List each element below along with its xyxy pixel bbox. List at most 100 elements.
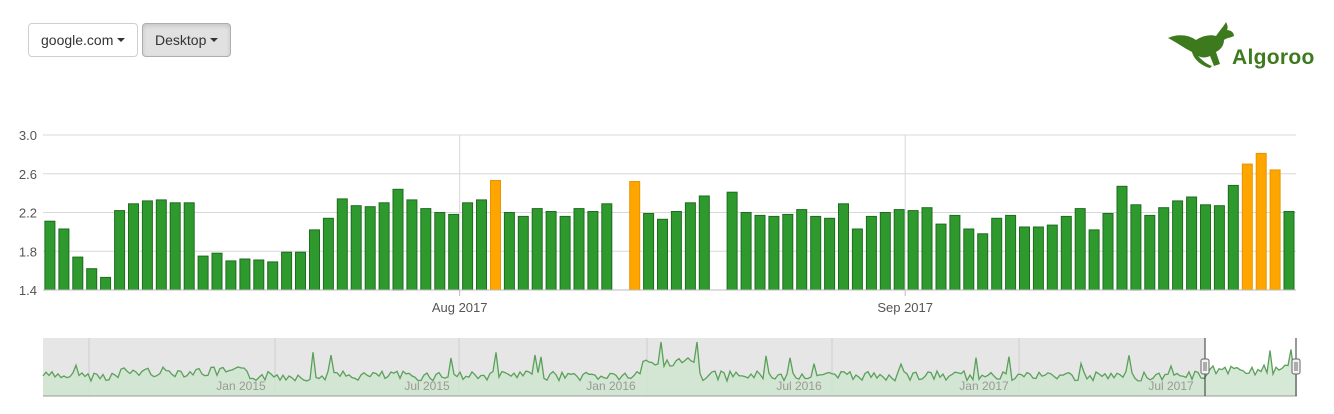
bar[interactable] <box>1213 205 1225 291</box>
bar[interactable] <box>587 211 599 291</box>
bar[interactable] <box>670 211 682 291</box>
bar[interactable] <box>517 215 529 291</box>
bar[interactable] <box>879 212 891 291</box>
bar[interactable] <box>865 215 877 291</box>
bar[interactable] <box>1102 213 1114 291</box>
navigator-tick-label: Jan 2016 <box>586 379 636 393</box>
bar[interactable] <box>434 212 446 291</box>
x-tick-label: Aug 2017 <box>432 300 488 315</box>
bar[interactable] <box>253 259 265 291</box>
bar[interactable] <box>239 258 251 291</box>
bar[interactable] <box>1074 208 1086 291</box>
bar[interactable] <box>503 212 515 291</box>
bar-highlight[interactable] <box>1241 163 1253 291</box>
bar[interactable] <box>44 220 56 291</box>
bar[interactable] <box>907 210 919 291</box>
bar[interactable] <box>1032 226 1044 291</box>
bar[interactable] <box>100 276 112 291</box>
navigator-right-handle[interactable] <box>1291 358 1301 375</box>
y-tick-label: 1.8 <box>19 244 37 259</box>
bar-highlight[interactable] <box>1269 169 1281 291</box>
bar[interactable] <box>1130 204 1142 291</box>
bar[interactable] <box>754 214 766 291</box>
bar[interactable] <box>1200 204 1211 291</box>
bar[interactable] <box>197 255 209 291</box>
bar[interactable] <box>141 200 153 291</box>
bar[interactable] <box>796 209 808 291</box>
bar[interactable] <box>810 215 822 291</box>
bar-highlight[interactable] <box>490 180 501 291</box>
bar[interactable] <box>392 188 404 291</box>
navigator-tick-label: Jan 2015 <box>216 379 266 393</box>
navigator-tick-label: Jul 2016 <box>776 379 822 393</box>
bar[interactable] <box>893 209 905 291</box>
bar[interactable] <box>963 228 975 291</box>
bar[interactable] <box>420 208 432 291</box>
bar[interactable] <box>824 217 836 291</box>
bar[interactable] <box>684 202 696 291</box>
bar[interactable] <box>949 214 961 291</box>
bar[interactable] <box>935 223 947 291</box>
bar[interactable] <box>1060 215 1072 291</box>
bar[interactable] <box>211 252 223 291</box>
bar[interactable] <box>336 198 348 291</box>
y-tick-label: 2.6 <box>19 167 37 182</box>
y-tick-label: 3.0 <box>19 128 37 143</box>
bar[interactable] <box>476 199 487 291</box>
bar[interactable] <box>309 229 320 291</box>
bar[interactable] <box>1283 211 1295 291</box>
bar[interactable] <box>58 228 70 291</box>
bar[interactable] <box>72 256 84 291</box>
bar[interactable] <box>169 202 181 291</box>
bar[interactable] <box>698 195 710 291</box>
bar[interactable] <box>657 218 668 291</box>
bar[interactable] <box>1019 226 1030 291</box>
bar[interactable] <box>601 203 613 291</box>
bar[interactable] <box>322 217 334 291</box>
bar[interactable] <box>977 233 989 291</box>
bar[interactable] <box>183 202 195 291</box>
bar[interactable] <box>378 202 390 291</box>
x-tick-label: Sep 2017 <box>877 300 933 315</box>
bar[interactable] <box>991 217 1003 291</box>
bar[interactable] <box>462 202 474 291</box>
bar[interactable] <box>838 203 849 291</box>
y-tick-label: 2.2 <box>19 206 37 221</box>
bar[interactable] <box>782 213 794 291</box>
bar[interactable] <box>531 208 543 291</box>
bar[interactable] <box>740 212 752 291</box>
bar[interactable] <box>545 211 557 291</box>
bar[interactable] <box>406 199 418 291</box>
bar-highlight[interactable] <box>1255 152 1267 291</box>
navigator-left-handle[interactable] <box>1200 358 1210 375</box>
y-tick-label: 1.4 <box>19 283 37 298</box>
bar[interactable] <box>768 215 780 291</box>
bar[interactable] <box>1186 196 1198 291</box>
bar-highlight[interactable] <box>629 181 641 291</box>
bar[interactable] <box>1172 200 1184 291</box>
bar[interactable] <box>128 203 139 291</box>
bar[interactable] <box>225 260 237 291</box>
bar[interactable] <box>1158 207 1170 291</box>
bar[interactable] <box>155 199 167 291</box>
bar[interactable] <box>1227 184 1239 291</box>
bar[interactable] <box>350 205 362 291</box>
bar[interactable] <box>1046 224 1058 291</box>
bar[interactable] <box>364 206 376 291</box>
bar[interactable] <box>726 191 738 291</box>
bar[interactable] <box>851 228 863 291</box>
bar[interactable] <box>448 213 460 291</box>
bar[interactable] <box>559 215 571 291</box>
bar[interactable] <box>1005 214 1017 291</box>
bar[interactable] <box>1144 214 1156 291</box>
bar[interactable] <box>1116 185 1128 291</box>
bar[interactable] <box>281 251 293 291</box>
bar[interactable] <box>573 208 585 291</box>
bar[interactable] <box>114 210 126 291</box>
bar[interactable] <box>643 213 655 291</box>
bar[interactable] <box>267 261 279 291</box>
bar[interactable] <box>295 251 306 291</box>
bar[interactable] <box>86 268 98 291</box>
bar[interactable] <box>921 207 933 291</box>
bar[interactable] <box>1088 229 1100 291</box>
